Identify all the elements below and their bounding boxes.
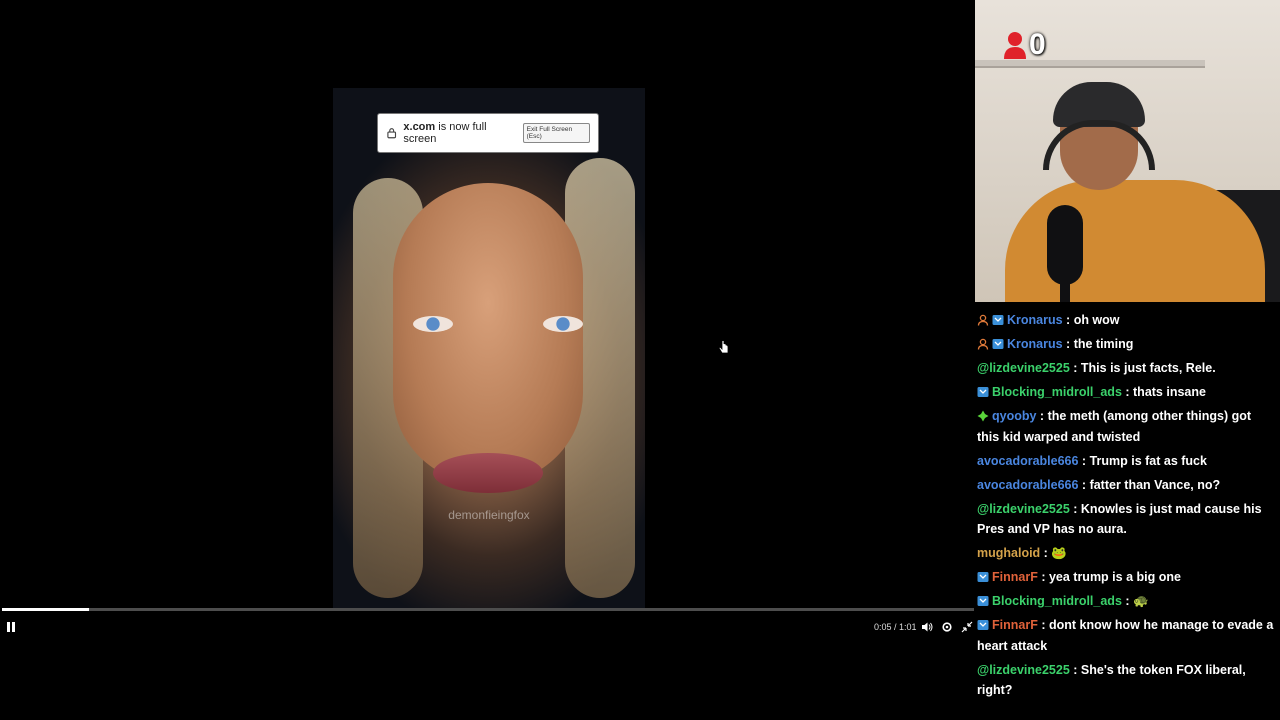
chat-message: @lizdevine2525 : Knowles is just mad cau… bbox=[975, 499, 1280, 540]
video-eye-right bbox=[543, 316, 583, 332]
chat-username[interactable]: FinnarF bbox=[992, 618, 1038, 632]
person-icon bbox=[977, 336, 989, 350]
chat-message: @lizdevine2525 : She's the token FOX lib… bbox=[975, 660, 1280, 701]
video-lips bbox=[433, 453, 543, 493]
chat-message: qyooby : the meth (among other things) g… bbox=[975, 406, 1280, 447]
chat-text: 🐢 bbox=[1133, 594, 1149, 608]
webcam-overlay: 0 bbox=[975, 0, 1280, 302]
chat-badges bbox=[977, 617, 989, 630]
fullscreen-notice-domain: x.com bbox=[403, 121, 436, 133]
chat-text: yea trump is a big one bbox=[1048, 570, 1181, 584]
chat-separator: : bbox=[1037, 570, 1049, 584]
chat-separator: : bbox=[1121, 385, 1134, 399]
video-eye-left bbox=[413, 316, 453, 332]
fullscreen-notice-text: x.com is now full screen bbox=[403, 121, 516, 145]
chat-username[interactable]: avocadorable666 bbox=[977, 478, 1078, 492]
chat-username[interactable]: Blocking_midroll_ads bbox=[992, 594, 1122, 608]
time-display: 0:05 / 1:01 bbox=[874, 622, 917, 632]
tv-badge-icon bbox=[992, 336, 1004, 349]
person-icon bbox=[977, 312, 989, 326]
chat-message: @lizdevine2525 : This is just facts, Rel… bbox=[975, 358, 1280, 379]
chat-username[interactable]: @lizdevine2525 bbox=[977, 361, 1070, 375]
chat-separator: : bbox=[1062, 313, 1074, 327]
chat-text: the timing bbox=[1073, 337, 1134, 351]
viewer-badge: 0 bbox=[1003, 28, 1046, 62]
chat-username[interactable]: @lizdevine2525 bbox=[977, 502, 1070, 516]
fullscreen-notice: x.com is now full screen Exit Full Scree… bbox=[377, 113, 599, 153]
viewer-count: 0 bbox=[1029, 28, 1046, 61]
progress-bar[interactable] bbox=[2, 608, 974, 611]
chat-message: avocadorable666 : Trump is fat as fuck bbox=[975, 451, 1280, 472]
chat-message: Blocking_midroll_ads : 🐢 bbox=[975, 591, 1280, 612]
chat-separator: : bbox=[1078, 453, 1090, 468]
chat-separator: : bbox=[1062, 337, 1074, 351]
chat-username[interactable]: Kronarus bbox=[1007, 313, 1063, 327]
chat-username[interactable]: Blocking_midroll_ads bbox=[992, 385, 1122, 399]
webcam-streamer-body bbox=[1005, 180, 1265, 302]
lock-icon bbox=[387, 128, 397, 139]
pause-button[interactable] bbox=[5, 620, 17, 634]
tv-badge-icon bbox=[977, 384, 989, 397]
webcam-microphone bbox=[1047, 205, 1083, 285]
chat-separator: : bbox=[1121, 594, 1134, 608]
video-content[interactable]: demonfieingfox bbox=[333, 88, 645, 608]
video-watermark: demonfieingfox bbox=[448, 508, 530, 522]
tv-badge-icon bbox=[977, 593, 989, 606]
chat-badges bbox=[977, 384, 989, 397]
chat-username[interactable]: FinnarF bbox=[992, 570, 1038, 584]
chat-badges bbox=[977, 593, 989, 606]
chat-badges bbox=[977, 569, 989, 582]
chat-separator: : bbox=[1069, 361, 1081, 375]
chat-badges bbox=[977, 336, 1004, 350]
exit-fullscreen-icon[interactable] bbox=[961, 621, 973, 633]
chat-username[interactable]: mughaloid bbox=[977, 546, 1040, 560]
chat-message: Blocking_midroll_ads : thats insane bbox=[975, 382, 1280, 403]
mouse-cursor-icon bbox=[718, 340, 729, 354]
chat-username[interactable]: avocadorable666 bbox=[977, 454, 1078, 468]
video-controls: 0:05 / 1:01 bbox=[0, 616, 975, 638]
chat-badges bbox=[977, 408, 989, 422]
chat-message: FinnarF : dont know how he manage to eva… bbox=[975, 615, 1280, 656]
chat-separator: : bbox=[1069, 662, 1081, 677]
tv-badge-icon bbox=[977, 617, 989, 630]
chat-username[interactable]: Kronarus bbox=[1007, 337, 1063, 351]
progress-bar-fill bbox=[2, 608, 90, 611]
tv-badge-icon bbox=[977, 569, 989, 582]
video-player[interactable]: demonfieingfox x.com is now full screen … bbox=[0, 0, 975, 720]
viewer-person-icon bbox=[1004, 32, 1026, 59]
chat-separator: : bbox=[1040, 546, 1052, 560]
chat-separator: : bbox=[1037, 618, 1049, 632]
exit-fullscreen-button[interactable]: Exit Full Screen (Esc) bbox=[522, 123, 590, 143]
chat-separator: : bbox=[1036, 409, 1048, 423]
chat-message: mughaloid : 🐸 bbox=[975, 543, 1280, 564]
chat-message: FinnarF : yea trump is a big one bbox=[975, 567, 1280, 588]
chat-panel: Kronarus : oh wow Kronarus : the timing @l… bbox=[975, 310, 1280, 720]
chat-separator: : bbox=[1069, 501, 1081, 516]
chat-badges bbox=[977, 312, 1004, 326]
chat-message: Kronarus : oh wow bbox=[975, 310, 1280, 331]
webcam-microphone-stand bbox=[1060, 280, 1070, 302]
chat-message: avocadorable666 : fatter than Vance, no? bbox=[975, 475, 1280, 496]
chat-text: oh wow bbox=[1073, 313, 1120, 327]
video-face bbox=[393, 183, 583, 483]
chat-message: Kronarus : the timing bbox=[975, 334, 1280, 355]
chat-text: fatter than Vance, no? bbox=[1089, 477, 1221, 492]
chat-username[interactable]: qyooby bbox=[992, 409, 1036, 423]
chat-text: thats insane bbox=[1133, 385, 1206, 399]
chat-text: 🐸 bbox=[1051, 546, 1067, 560]
settings-gear-icon[interactable] bbox=[941, 621, 953, 633]
chat-text: Trump is fat as fuck bbox=[1089, 453, 1207, 468]
chat-separator: : bbox=[1078, 477, 1090, 492]
chat-text: This is just facts, Rele. bbox=[1080, 361, 1216, 375]
chat-username[interactable]: @lizdevine2525 bbox=[977, 663, 1070, 677]
volume-icon[interactable] bbox=[921, 621, 933, 633]
tv-badge-icon bbox=[992, 312, 1004, 325]
gem-icon bbox=[977, 408, 989, 422]
